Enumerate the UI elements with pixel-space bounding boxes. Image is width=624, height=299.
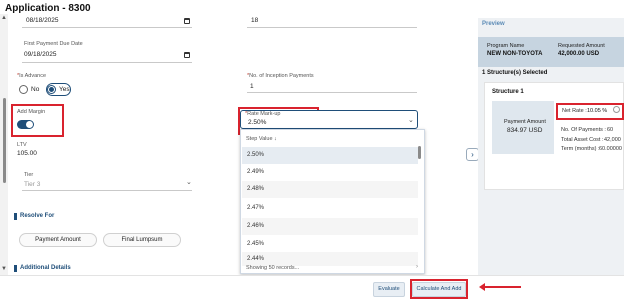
program-summary-card: Program Name NEW NON-TOYOTA Requested Am… [478,37,624,67]
scroll-down-icon[interactable]: ▼ [1,266,7,272]
inception-payments-value: 1 [250,83,254,90]
payment-amount-box: Payment Amount 834.97 USD [492,101,554,154]
page-title: Application - 8300 [5,3,91,14]
requested-amount-label: Requested Amount [558,43,605,49]
dropdown-option[interactable]: 2.48% [242,181,418,198]
calculate-and-add-button[interactable]: Calculate And Add [412,282,466,297]
dropdown-scrollbar-thumb[interactable] [418,146,421,159]
is-advance-label: *Is Advance [17,73,47,79]
top-number-value: 18 [251,17,259,24]
rate-markup-value: 2.50% [248,119,267,126]
scroll-up-icon[interactable]: ▲ [1,15,7,21]
section-marker [14,265,17,272]
dropdown-option[interactable]: 2.49% [242,164,418,181]
evaluate-button[interactable]: Evaluate [373,282,405,297]
add-margin-toggle[interactable] [17,120,34,129]
dropdown-option[interactable]: 2.44% [242,252,418,266]
top-number-field[interactable]: 18 [247,14,417,28]
ltv-value: 105.00 [17,150,37,157]
chevron-down-icon[interactable]: ⌄ [186,178,192,186]
first-payment-due-date-field[interactable]: First Payment Due Date 09/18/2025 [22,40,192,63]
rate-markup-select[interactable]: *Rate Mark-up 2.50% ⌄ [240,110,418,129]
radio-yes[interactable] [47,85,56,94]
net-rate-highlight: Net Rate : 10.05 % [556,103,624,120]
form-scrollbar-thumb[interactable] [3,98,6,183]
dropdown-option[interactable]: 2.45% [242,236,418,253]
annotation-arrow-head [479,283,485,291]
no-of-payments-value: 60 [607,127,614,133]
resolve-for-title: Resolve For [20,213,55,219]
add-margin-label: Add Margin [17,109,46,115]
first-payment-due-date-label: First Payment Due Date [24,41,83,47]
dropdown-option[interactable]: 2.46% [242,218,418,235]
dropdown-header: Step Value ↓ [246,136,277,142]
tier-value: Tier 3 [24,181,41,188]
radio-yes-label: Yes [59,86,70,93]
payment-amount-value: 834.97 USD [507,127,543,134]
tier-select[interactable]: Tier Tier 3 ⌄ [22,172,192,191]
payment-amount-label: Payment Amount [504,119,546,125]
structure-title: Structure 1 [492,89,524,95]
annotation-arrow [483,286,521,288]
inception-payments-label: *No. of Inception Payments [247,73,314,79]
program-name-value: NEW NON-TOYOTA [487,51,543,57]
total-asset-cost-label: Total Asset Cost : [561,137,604,143]
rate-markup-dropdown: Step Value ↓ 2.50% 2.49% 2.48% 2.47% 2.4… [240,129,425,274]
preview-title: Preview [482,21,505,27]
top-date-field[interactable]: 08/18/2025 [22,14,192,28]
no-of-payments-label: No. Of Payments : [561,127,606,133]
net-rate-label: Net Rate : [562,108,587,114]
is-advance-group: *Is Advance No Yes [17,73,117,99]
calendar-icon[interactable] [184,18,190,24]
dropdown-footer: Showing 50 records... [246,265,300,271]
dropdown-option[interactable]: 2.47% [242,200,418,217]
tier-label: Tier [24,172,34,178]
payment-amount-button[interactable]: Payment Amount [19,233,97,247]
radio-no[interactable] [19,85,28,94]
rate-markup-label: *Rate Mark-up [245,111,281,117]
calendar-icon[interactable] [184,52,190,58]
total-asset-cost-value: 42,000 [604,137,621,143]
first-payment-due-date-value: 09/18/2025 [24,51,57,58]
term-label: Term (months) : [561,146,600,152]
radio-no-label: No [31,86,40,93]
sort-arrow-icon[interactable]: ↓ [274,136,277,142]
ltv-label: LTV [17,142,27,148]
term-value: 60.00000 [599,146,622,152]
refresh-icon[interactable] [613,106,620,113]
section-marker [14,213,17,220]
requested-amount-value: 42,000.00 USD [558,51,600,57]
scroll-right-icon[interactable]: › [416,264,418,270]
chevron-down-icon[interactable]: ⌄ [408,116,414,124]
final-lumpsum-button[interactable]: Final Lumpsum [103,233,181,247]
inception-payments-field[interactable]: *No. of Inception Payments 1 [247,73,417,93]
dropdown-option[interactable]: 2.50% [242,147,418,164]
additional-details-title: Additional Details [20,265,71,271]
program-name-label: Program Name [487,43,525,49]
toggle-knob [26,121,33,128]
footer-bar [0,275,624,299]
structures-selected: 1 Structure(s) Selected [482,70,548,76]
top-date-value: 08/18/2025 [26,17,59,24]
net-rate-value: 10.05 % [587,108,608,114]
